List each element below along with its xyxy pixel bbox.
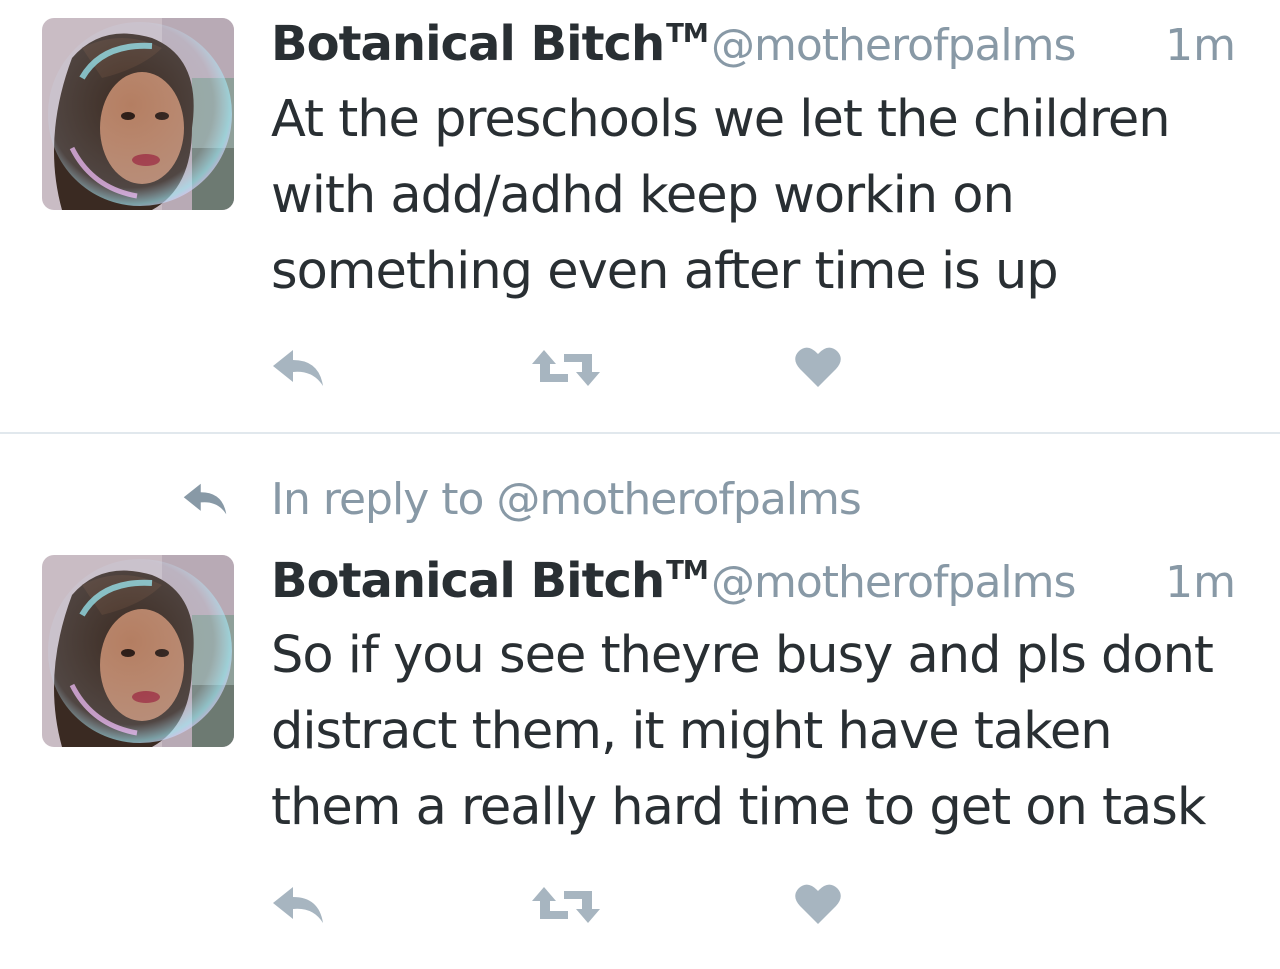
tweet-timestamp[interactable]: 1m [1165, 561, 1236, 605]
display-name-text[interactable]: Botanical Bitch [271, 553, 665, 609]
heart-icon [795, 347, 841, 387]
tweet-1[interactable]: Botanical BitchTM @motherofpalms 1m At t… [0, 0, 1280, 432]
tweet-text-line: with add/adhd keep workin on [271, 166, 1015, 225]
retweet-icon [532, 350, 600, 386]
trademark-symbol: TM [666, 19, 709, 49]
tweet-text-line: So if you see theyre busy and pls dont [271, 626, 1214, 685]
like-button[interactable] [795, 345, 841, 389]
retweet-button[interactable] [532, 348, 600, 388]
reply-button[interactable] [271, 348, 325, 388]
reply-icon [273, 350, 323, 386]
reply-icon [183, 483, 227, 515]
user-handle[interactable]: @motherofpalms [711, 24, 1076, 68]
avatar[interactable] [42, 555, 234, 747]
display-name[interactable]: Botanical BitchTM [271, 556, 709, 605]
tweet-timestamp[interactable]: 1m [1165, 24, 1236, 68]
reply-button[interactable] [271, 885, 325, 925]
like-button[interactable] [795, 882, 841, 926]
tweet-text-line: At the preschools we let the children [271, 90, 1171, 149]
tweet-text-line: them a really hard time to get on task [271, 778, 1206, 837]
heart-icon [795, 884, 841, 924]
trademark-symbol: TM [666, 556, 709, 586]
display-name-text[interactable]: Botanical Bitch [271, 16, 665, 72]
tweet-text: So if you see theyre busy and pls dont d… [271, 618, 1261, 846]
retweet-icon [532, 887, 600, 923]
tweet-text-line: something even after time is up [271, 242, 1059, 301]
avatar[interactable] [42, 18, 234, 210]
tweet-text: At the preschools we let the children wi… [271, 82, 1261, 310]
retweet-button[interactable] [532, 885, 600, 925]
display-name[interactable]: Botanical BitchTM [271, 19, 709, 68]
user-handle[interactable]: @motherofpalms [711, 561, 1076, 605]
in-reply-to-label[interactable]: In reply to @motherofpalms [271, 472, 862, 528]
reply-icon [273, 887, 323, 923]
tweet-text-line: distract them, it might have taken [271, 702, 1113, 761]
